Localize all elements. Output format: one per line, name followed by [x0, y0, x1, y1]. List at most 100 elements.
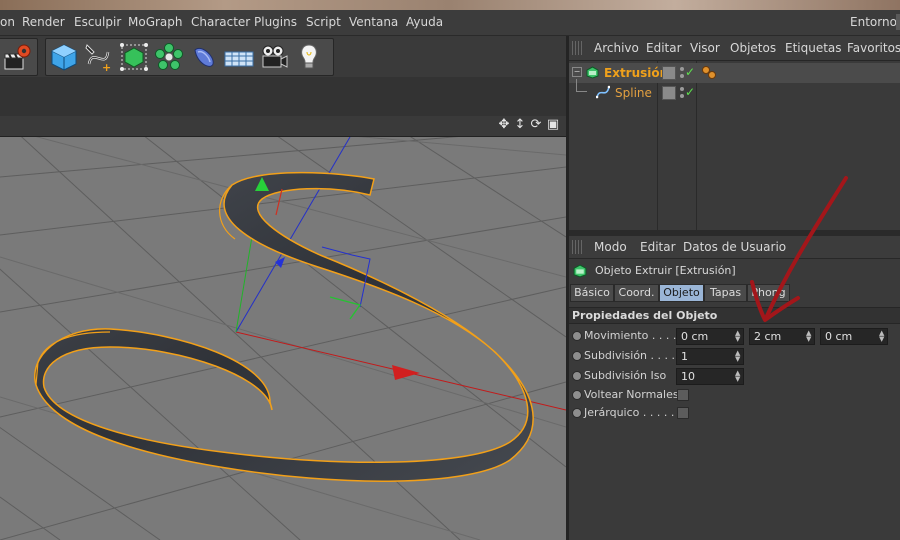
- extrude-object-icon: [586, 66, 599, 79]
- om-menu-objetos[interactable]: Objetos: [730, 41, 776, 55]
- tab-objeto[interactable]: Objeto: [659, 284, 704, 302]
- deformer-button[interactable]: [187, 40, 221, 74]
- render-settings-icon: [4, 44, 31, 70]
- object-name-spline[interactable]: Spline: [615, 86, 652, 100]
- menu-plugins[interactable]: Plugins: [254, 15, 297, 29]
- mograph-cloner-icon: [155, 43, 183, 70]
- stepper-arrows-icon[interactable]: ▲ ▼: [735, 350, 741, 363]
- menu-mograph[interactable]: MoGraph: [128, 15, 183, 29]
- om-menu-favoritos[interactable]: Favoritos: [847, 41, 900, 55]
- svg-text:+: +: [102, 61, 111, 72]
- movimiento-z-field[interactable]: 0 cm ▲ ▼: [820, 328, 888, 345]
- jerarquico-checkbox[interactable]: [677, 407, 689, 419]
- om-menu-editar[interactable]: Editar: [646, 41, 682, 55]
- animate-radio[interactable]: [572, 390, 582, 400]
- extrude-object-icon: [573, 264, 587, 278]
- collapse-toggle-icon[interactable]: −: [572, 67, 582, 77]
- section-title: Propiedades del Objeto: [572, 309, 718, 322]
- desktop-strip: [0, 0, 900, 10]
- panel-grip-icon[interactable]: [572, 41, 582, 55]
- object-row-spline[interactable]: Spline ✓: [569, 79, 900, 103]
- prop-label: Subdivisión Iso: [584, 369, 667, 382]
- object-row-extrusion[interactable]: − Extrusión ✓: [569, 63, 900, 83]
- stepper-arrows-icon[interactable]: ▲ ▼: [806, 330, 812, 343]
- stepper-arrows-icon[interactable]: ▲ ▼: [735, 370, 741, 383]
- render-settings-button[interactable]: [0, 40, 34, 74]
- menu-render[interactable]: Render: [22, 15, 65, 29]
- prop-subdivision-iso: Subdivisión Iso 10 ▲ ▼: [569, 367, 900, 385]
- object-title: Objeto Extruir [Extrusión]: [595, 264, 736, 277]
- subdivision-icon: [120, 43, 148, 71]
- maximize-view-icon[interactable]: ▣: [546, 118, 560, 132]
- light-bulb-icon: [301, 44, 317, 69]
- subdivision-field[interactable]: 1 ▲ ▼: [676, 348, 744, 365]
- om-menu-etiquetas[interactable]: Etiquetas: [785, 41, 842, 55]
- spline-object-icon: [596, 85, 610, 99]
- move-view-icon[interactable]: ✥: [497, 118, 511, 132]
- am-menu-modo[interactable]: Modo: [594, 240, 627, 254]
- animate-radio[interactable]: [572, 331, 582, 341]
- z-axis-handle: [275, 257, 285, 268]
- animate-radio[interactable]: [572, 371, 582, 381]
- menu-esculpir[interactable]: Esculpir: [74, 15, 121, 29]
- movimiento-y-field[interactable]: 2 cm ▲ ▼: [749, 328, 815, 345]
- tab-basico[interactable]: Básico: [570, 284, 614, 302]
- prop-voltear-normales: Voltear Normales: [569, 386, 900, 404]
- layer-swatch[interactable]: [662, 66, 676, 80]
- menu-ventana[interactable]: Ventana: [349, 15, 398, 29]
- x-axis-handle: [392, 365, 420, 380]
- menu-script[interactable]: Script: [306, 15, 341, 29]
- extrusion-ribbon: [34, 171, 534, 482]
- object-name-extrusion[interactable]: Extrusión: [604, 66, 668, 80]
- render-tool-group: [0, 38, 38, 76]
- subdivision-iso-field[interactable]: 10 ▲ ▼: [676, 368, 744, 385]
- prop-jerarquico: Jerárquico . . . . .: [569, 404, 900, 422]
- movimiento-x-field[interactable]: 0 cm ▲ ▼: [676, 328, 744, 345]
- prop-label: Voltear Normales: [584, 388, 679, 401]
- empty-panel-area: [0, 77, 566, 116]
- mograph-cloner-button[interactable]: [152, 40, 186, 74]
- prop-subdivision: Subdivisión . . . . 1 ▲ ▼: [569, 347, 900, 365]
- spline-pen-button[interactable]: +: [82, 40, 116, 74]
- menu-window-cut[interactable]: on: [0, 15, 15, 29]
- main-menubar: on Render Esculpir MoGraph Character Plu…: [0, 10, 900, 36]
- cube-button[interactable]: [47, 40, 81, 74]
- camera-button[interactable]: [257, 40, 291, 74]
- hierarchy-line: [576, 79, 587, 92]
- animate-radio[interactable]: [572, 408, 582, 418]
- phong-tag-icon[interactable]: [701, 65, 717, 81]
- animate-radio[interactable]: [572, 351, 582, 361]
- menu-ayuda[interactable]: Ayuda: [406, 15, 443, 29]
- zoom-view-icon[interactable]: ↕: [513, 118, 527, 132]
- voltear-normales-checkbox[interactable]: [677, 389, 689, 401]
- spline-pen-icon: +: [85, 44, 111, 72]
- om-menu-archivo[interactable]: Archivo: [594, 41, 639, 55]
- om-menu-visor[interactable]: Visor: [690, 41, 720, 55]
- deformer-icon: [194, 48, 214, 67]
- floor-grid-button[interactable]: [222, 40, 256, 74]
- environment-label: Entorno:: [850, 15, 900, 29]
- stepper-arrows-icon[interactable]: ▲ ▼: [735, 330, 741, 343]
- menu-character[interactable]: Character: [191, 15, 250, 29]
- floor-grid-icon: [224, 51, 254, 67]
- enabled-check-icon[interactable]: ✓: [685, 85, 695, 99]
- camera-icon: [262, 45, 288, 68]
- perspective-viewport[interactable]: [0, 137, 566, 540]
- enabled-check-icon[interactable]: ✓: [685, 65, 695, 79]
- am-menu-editar[interactable]: Editar: [640, 240, 676, 254]
- main-toolbar: +: [0, 36, 566, 77]
- rotate-view-icon[interactable]: ⟳: [529, 118, 543, 132]
- prop-label: Movimiento . . . .: [584, 329, 677, 342]
- prop-label: Jerárquico . . . . .: [584, 406, 675, 419]
- stepper-arrows-icon[interactable]: ▲ ▼: [879, 330, 885, 343]
- environment-dropdown[interactable]: [896, 14, 900, 30]
- subdivision-button[interactable]: [117, 40, 151, 74]
- panel-grip-icon[interactable]: [572, 240, 582, 254]
- object-manager-menubar: Archivo Editar Visor Objetos Etiquetas F…: [569, 36, 900, 61]
- viewport-header: ✥ ↕ ⟳ ▣: [0, 116, 566, 137]
- tab-coord[interactable]: Coord.: [614, 284, 659, 302]
- layer-swatch[interactable]: [662, 86, 676, 100]
- light-button[interactable]: [292, 40, 326, 74]
- annotation-arrow: [750, 176, 848, 322]
- viewport-scene: [0, 137, 566, 540]
